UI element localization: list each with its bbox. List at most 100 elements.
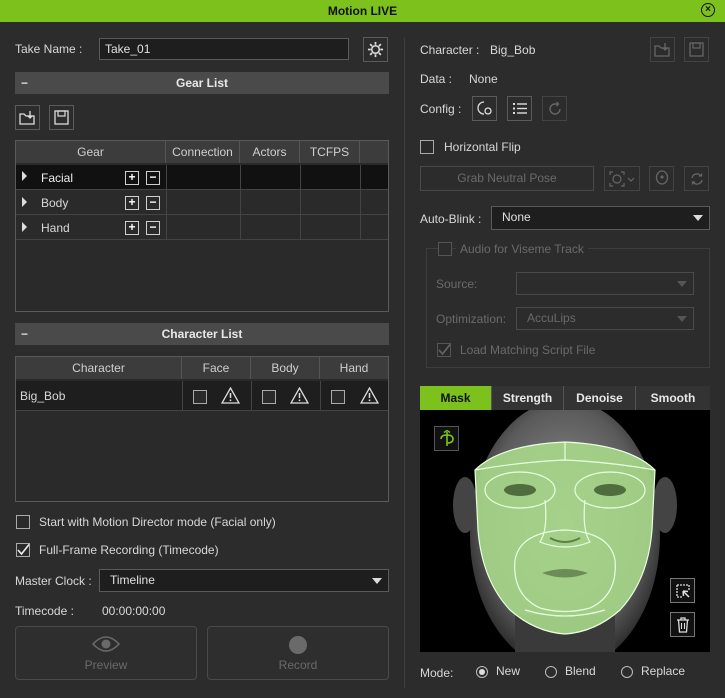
reset-config-button[interactable] xyxy=(542,96,567,121)
col-hand[interactable]: Hand xyxy=(320,357,388,379)
remove-icon[interactable]: − xyxy=(146,171,160,185)
sync-icon xyxy=(690,172,703,185)
master-clock-dropdown[interactable]: Timeline xyxy=(99,569,389,592)
warning-icon xyxy=(290,387,309,404)
select-region-button[interactable] xyxy=(670,578,695,603)
expand-icon[interactable] xyxy=(22,222,27,232)
character-row[interactable]: Big_Bob xyxy=(16,381,388,411)
close-icon[interactable]: × xyxy=(701,3,715,17)
chevron-down-icon xyxy=(677,316,687,322)
gear-row-hand[interactable]: Hand + − xyxy=(16,215,388,240)
load-script-label: Load Matching Script File xyxy=(460,343,596,357)
mode-blend-label: Blend xyxy=(565,664,596,678)
add-icon[interactable]: + xyxy=(125,171,139,185)
character-list-header[interactable]: − Character List xyxy=(15,323,389,345)
face-settings-icon xyxy=(477,101,492,115)
remove-icon[interactable]: − xyxy=(146,221,160,235)
preview-button[interactable]: Preview xyxy=(15,626,197,680)
checkmark-icon xyxy=(438,344,451,356)
master-clock-label: Master Clock : xyxy=(15,574,92,588)
title-bar: Motion LIVE × xyxy=(0,0,725,22)
col-connection[interactable]: Connection xyxy=(166,141,240,163)
source-dropdown[interactable] xyxy=(516,272,694,295)
audio-viseme-label: Audio for Viseme Track xyxy=(456,242,588,256)
expand-icon[interactable] xyxy=(22,197,27,207)
expand-icon[interactable] xyxy=(22,171,27,181)
load-gear-button[interactable] xyxy=(15,105,40,130)
source-label: Source: xyxy=(436,277,478,291)
tab-strength[interactable]: Strength xyxy=(492,386,564,410)
audio-viseme-checkbox[interactable] xyxy=(438,242,452,256)
character-label: Character : xyxy=(420,43,480,57)
list-config-button[interactable] xyxy=(507,96,532,121)
gear-table: Gear Connection Actors TCFPS Facial + − … xyxy=(15,140,389,312)
head-button[interactable] xyxy=(649,166,674,191)
list-icon xyxy=(512,103,527,114)
mode-blend-radio[interactable] xyxy=(545,666,557,678)
folder-load-icon xyxy=(19,111,35,125)
save-gear-button[interactable] xyxy=(49,105,74,130)
panel-divider xyxy=(404,38,405,688)
tab-smooth[interactable]: Smooth xyxy=(636,386,710,410)
add-icon[interactable]: + xyxy=(125,221,139,235)
gear-icon xyxy=(367,41,384,58)
master-clock-value: Timeline xyxy=(110,573,155,587)
face-mask-image[interactable] xyxy=(420,410,710,652)
face-checkbox[interactable] xyxy=(193,390,207,404)
sync-button[interactable] xyxy=(684,166,709,191)
col-character[interactable]: Character xyxy=(16,357,182,379)
full-frame-checkbox[interactable] xyxy=(16,543,30,557)
col-tcfps[interactable]: TCFPS xyxy=(300,141,360,163)
recenter-button[interactable] xyxy=(434,426,459,451)
body-checkbox[interactable] xyxy=(262,390,276,404)
settings-button[interactable] xyxy=(363,37,388,62)
mode-new-label: New xyxy=(496,664,521,678)
delete-region-button[interactable] xyxy=(670,612,695,637)
gear-row-body[interactable]: Body + − xyxy=(16,190,388,215)
remove-icon[interactable]: − xyxy=(146,196,160,210)
gear-list-header[interactable]: − Gear List xyxy=(15,72,389,94)
rotate-view-icon xyxy=(439,429,454,446)
col-body[interactable]: Body xyxy=(251,357,320,379)
mode-new-radio[interactable] xyxy=(476,666,488,678)
optimization-value: AccuLips xyxy=(527,311,576,325)
col-face[interactable]: Face xyxy=(182,357,251,379)
eye-icon xyxy=(91,636,121,652)
hand-checkbox[interactable] xyxy=(331,390,345,404)
auto-blink-dropdown[interactable]: None xyxy=(491,206,710,230)
folder-load-icon xyxy=(654,43,670,57)
tab-denoise[interactable]: Denoise xyxy=(564,386,636,410)
face-capture-button[interactable] xyxy=(604,166,640,191)
face-config-button[interactable] xyxy=(472,96,497,121)
optimization-dropdown[interactable]: AccuLips xyxy=(516,307,694,330)
grab-neutral-pose-button[interactable]: Grab Neutral Pose xyxy=(420,166,594,191)
save-profile-button[interactable] xyxy=(684,37,709,62)
collapse-icon[interactable]: − xyxy=(21,323,28,345)
record-button[interactable]: Record xyxy=(207,626,389,680)
gear-row-facial[interactable]: Facial + − xyxy=(16,165,388,190)
mask-tabs: Mask Strength Denoise Smooth xyxy=(420,386,710,410)
load-profile-button[interactable] xyxy=(650,37,675,62)
chevron-down-icon xyxy=(677,281,687,287)
warning-icon xyxy=(221,387,240,404)
tab-mask[interactable]: Mask xyxy=(420,386,492,410)
config-label: Config : xyxy=(420,102,462,116)
mode-label: Mode: xyxy=(420,666,454,680)
motion-director-checkbox[interactable] xyxy=(16,515,30,529)
chevron-down-icon xyxy=(372,578,382,584)
refresh-icon xyxy=(548,101,561,115)
horizontal-flip-checkbox[interactable] xyxy=(420,140,434,154)
data-value: None xyxy=(469,72,498,86)
mode-replace-radio[interactable] xyxy=(621,666,633,678)
take-name-input[interactable]: Take_01 xyxy=(99,38,349,60)
character-list-title: Character List xyxy=(161,327,243,341)
face-mask-viewport[interactable] xyxy=(420,410,710,652)
col-gear[interactable]: Gear xyxy=(16,141,166,163)
load-script-checkbox[interactable] xyxy=(437,343,451,357)
add-icon[interactable]: + xyxy=(125,196,139,210)
collapse-icon[interactable]: − xyxy=(21,72,28,94)
motion-director-label: Start with Motion Director mode (Facial … xyxy=(39,515,276,529)
col-actors[interactable]: Actors xyxy=(240,141,300,163)
select-cursor-icon xyxy=(675,583,690,598)
checkmark-icon xyxy=(17,544,30,556)
